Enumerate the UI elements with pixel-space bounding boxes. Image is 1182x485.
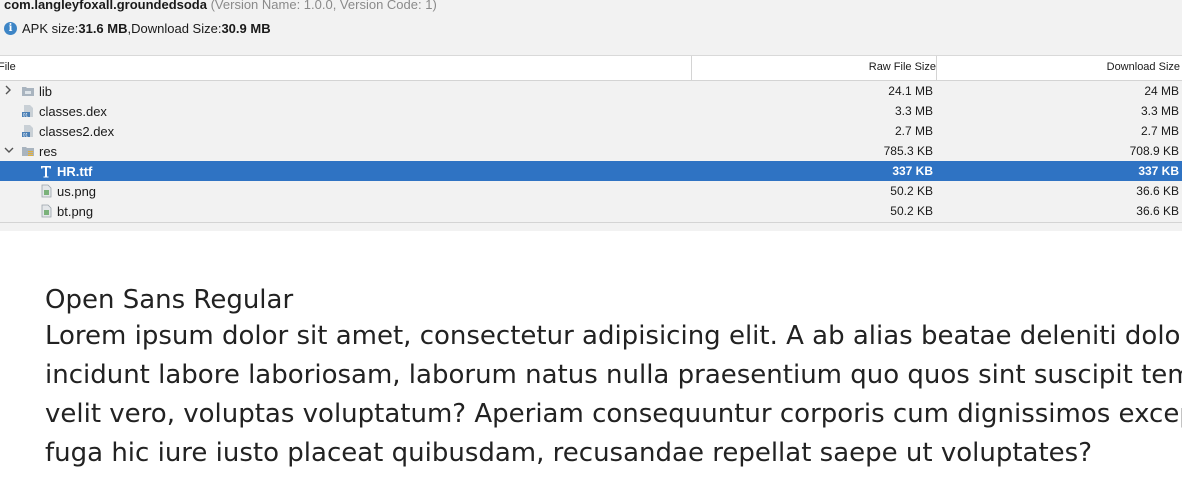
svg-text:01: 01 (23, 133, 29, 138)
download-size: 24 MB (1144, 84, 1179, 98)
file-name: lib (39, 84, 53, 99)
table-header: File Raw File Size Download Size (0, 56, 1182, 81)
download-size: 337 KB (1138, 164, 1179, 178)
folder-icon (21, 84, 35, 98)
download-size: 708.9 KB (1129, 144, 1179, 158)
table-row[interactable]: lib 24.1 MB 24 MB (0, 81, 1182, 101)
raw-size: 50.2 KB (890, 204, 933, 218)
file-name: res (39, 144, 58, 159)
package-name: com.langleyfoxall.groundedsoda (4, 0, 207, 12)
table-row[interactable]: 01 classes2.dex 2.7 MB 2.7 MB (0, 121, 1182, 141)
raw-size: 2.7 MB (894, 124, 933, 138)
raw-size: 3.3 MB (894, 104, 933, 118)
column-header-raw-size[interactable]: Raw File Size (869, 61, 936, 73)
column-divider[interactable] (936, 56, 937, 80)
apk-size-value: 31.6 MB (78, 21, 128, 36)
font-preview: Open Sans Regular Lorem ipsum dolor sit … (45, 283, 1182, 473)
table-body: lib 24.1 MB 24 MB 01 classes.dex 3.3 MB … (0, 81, 1182, 221)
raw-size: 50.2 KB (890, 184, 933, 198)
table-row[interactable]: us.png 50.2 KB 36.6 KB (0, 181, 1182, 201)
table-row[interactable]: res 785.3 KB 708.9 KB (0, 141, 1182, 161)
preview-text-line: fuga hic iure iusto placeat quibusdam, r… (45, 438, 1092, 468)
apk-analyzer-window: com.langleyfoxall.groundedsoda (Version … (0, 0, 1182, 485)
download-size: 2.7 MB (1140, 124, 1179, 138)
file-name: classes.dex (39, 104, 107, 119)
file-tree-table: File Raw File Size Download Size lib 24.… (0, 55, 1182, 224)
apk-size-label: APK size: (22, 21, 79, 36)
preview-text-line: Lorem ipsum dolor sit amet, consectetur … (45, 321, 1182, 351)
raw-size: 337 KB (892, 164, 933, 178)
package-line: com.langleyfoxall.groundedsoda (Version … (4, 0, 437, 12)
font-file-icon (39, 164, 53, 178)
font-name: Open Sans Regular (45, 285, 294, 315)
dex-file-icon: 01 (21, 124, 35, 138)
file-name: us.png (57, 184, 97, 199)
table-row-selected[interactable]: HR.ttf 337 KB 337 KB (0, 161, 1182, 181)
file-name: HR.ttf (57, 164, 93, 179)
svg-text:01: 01 (23, 113, 29, 118)
download-size-label: Download Size: (131, 21, 222, 36)
column-divider[interactable] (691, 56, 692, 80)
raw-size: 785.3 KB (883, 144, 933, 158)
dex-file-icon: 01 (21, 104, 35, 118)
version-info: (Version Name: 1.0.0, Version Code: 1) (206, 0, 437, 12)
table-row[interactable]: 01 classes.dex 3.3 MB 3.3 MB (0, 101, 1182, 121)
preview-text-line: velit vero, voluptas voluptatum? Aperiam… (45, 399, 1182, 429)
raw-size: 24.1 MB (888, 84, 933, 98)
download-size-value: 30.9 MB (221, 21, 271, 36)
download-size: 36.6 KB (1136, 204, 1179, 218)
size-summary: i APK size: 31.6 MB, Download Size: 30.9… (4, 21, 271, 36)
info-icon: i (4, 22, 17, 35)
resource-folder-icon (21, 144, 35, 158)
file-name: bt.png (57, 204, 94, 219)
column-header-download-size[interactable]: Download Size (1107, 61, 1180, 73)
image-file-icon (39, 184, 53, 198)
preview-text-line: incidunt labore laboriosam, laborum natu… (45, 360, 1182, 390)
chevron-down-icon[interactable] (3, 143, 15, 160)
column-header-file[interactable]: File (0, 61, 16, 73)
apk-header: com.langleyfoxall.groundedsoda (Version … (0, 0, 1182, 55)
download-size: 3.3 MB (1140, 104, 1179, 118)
file-name: classes2.dex (39, 124, 115, 139)
download-size: 36.6 KB (1136, 184, 1179, 198)
panel-divider[interactable] (0, 222, 1182, 231)
table-row[interactable]: bt.png 50.2 KB 36.6 KB (0, 201, 1182, 221)
image-file-icon (39, 204, 53, 218)
chevron-right-icon[interactable] (3, 83, 13, 100)
